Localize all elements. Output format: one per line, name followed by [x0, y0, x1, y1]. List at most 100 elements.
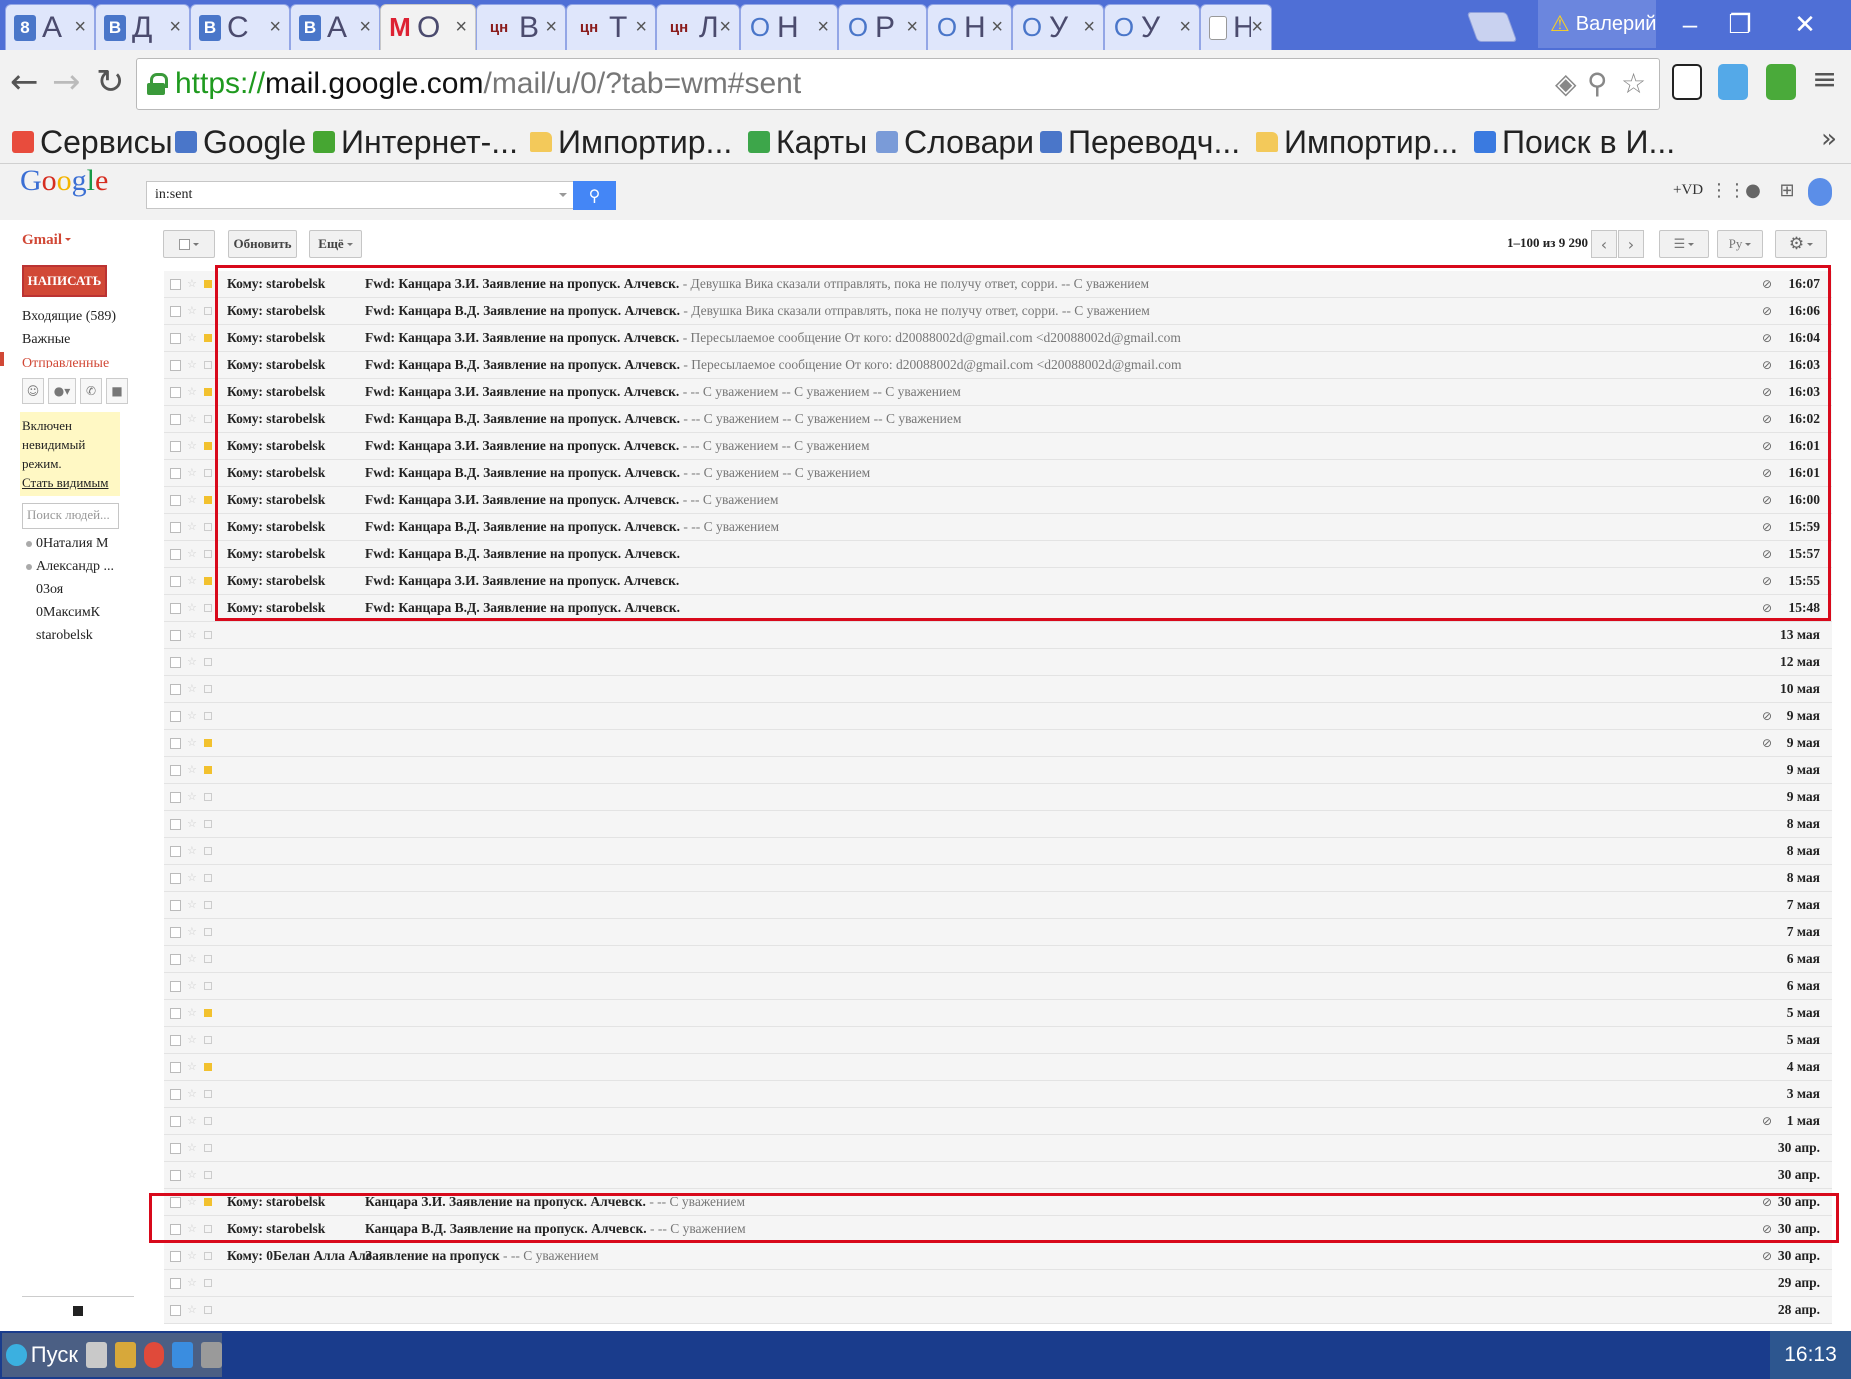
refresh-button[interactable]: Обновить	[228, 230, 297, 258]
bookmark-item[interactable]: Переводч...	[1040, 120, 1240, 164]
star-icon[interactable]: ☆	[187, 757, 197, 783]
table-row[interactable]: ☆ 13 мая	[164, 622, 1832, 649]
table-row[interactable]: ☆ 7 мая	[164, 892, 1832, 919]
star-icon[interactable]: ☆	[187, 487, 197, 513]
browser-tab[interactable]: O У ×	[1012, 4, 1104, 50]
bookmark-item[interactable]: Сервисы	[12, 120, 173, 164]
table-row[interactable]: ☆ 9 мая	[164, 784, 1832, 811]
chat-icon[interactable]	[73, 1306, 83, 1316]
row-checkbox[interactable]	[170, 306, 181, 317]
row-checkbox[interactable]	[170, 900, 181, 911]
tab-close-icon[interactable]: ×	[817, 16, 829, 39]
table-row[interactable]: ☆ 8 мая	[164, 865, 1832, 892]
row-checkbox[interactable]	[170, 414, 181, 425]
bookmark-star-icon[interactable]: ☆	[1621, 67, 1646, 100]
star-icon[interactable]: ☆	[187, 946, 197, 972]
bookmark-item[interactable]: Импортир...	[1256, 120, 1458, 164]
tab-close-icon[interactable]: ×	[1251, 16, 1263, 39]
table-row[interactable]: ☆ ⊘ 9 мая	[164, 703, 1832, 730]
forward-icon[interactable]: →	[52, 62, 81, 102]
back-icon[interactable]: ←	[10, 62, 39, 102]
profile-button[interactable]: ⚠ Валерий	[1538, 0, 1656, 48]
explorer-icon[interactable]	[86, 1342, 107, 1368]
avatar[interactable]	[1808, 178, 1832, 206]
importance-marker-icon[interactable]	[204, 469, 212, 477]
tab-close-icon[interactable]: ×	[269, 16, 281, 39]
star-icon[interactable]: ☆	[187, 271, 197, 297]
importance-marker-icon[interactable]	[204, 307, 212, 315]
nav-sent[interactable]: Отправленные	[22, 356, 109, 368]
importance-marker-icon[interactable]	[204, 1009, 212, 1017]
become-visible-link[interactable]: Стать видимым	[22, 475, 109, 490]
people-search-input[interactable]: Поиск людей...	[22, 503, 119, 529]
importance-marker-icon[interactable]	[204, 847, 212, 855]
browser-tab[interactable]: цн Т ×	[566, 4, 656, 50]
search-icon[interactable]: ⚲	[573, 181, 616, 210]
input-tools-button[interactable]: Ру	[1717, 230, 1763, 258]
settings-button[interactable]: ⚙	[1775, 230, 1827, 258]
importance-marker-icon[interactable]	[204, 712, 212, 720]
tab-close-icon[interactable]: ×	[1083, 16, 1095, 39]
start-button[interactable]: Пуск	[2, 1333, 222, 1377]
row-checkbox[interactable]	[170, 1251, 181, 1262]
row-checkbox[interactable]	[170, 819, 181, 830]
minimize-icon[interactable]: –	[1665, 0, 1715, 48]
address-bar[interactable]: https://mail.google.com/mail/u/0/?tab=wm…	[136, 58, 1660, 110]
row-checkbox[interactable]	[170, 711, 181, 722]
select-all-checkbox[interactable]	[163, 230, 215, 258]
table-row[interactable]: ☆ 29 апр.	[164, 1270, 1832, 1297]
importance-marker-icon[interactable]	[204, 604, 212, 612]
tab-close-icon[interactable]: ×	[455, 16, 467, 39]
user-link[interactable]: +VD	[1673, 182, 1703, 199]
star-icon[interactable]: ☆	[187, 622, 197, 648]
bookmark-item[interactable]: Интернет-...	[313, 120, 518, 164]
importance-marker-icon[interactable]	[204, 1036, 212, 1044]
row-checkbox[interactable]	[170, 1089, 181, 1100]
importance-marker-icon[interactable]	[204, 928, 212, 936]
importance-marker-icon[interactable]	[204, 442, 212, 450]
row-checkbox[interactable]	[170, 1116, 181, 1127]
star-icon[interactable]: ☆	[187, 649, 197, 675]
star-icon[interactable]: ☆	[187, 568, 197, 594]
table-row[interactable]: ☆ ⊘ 1 мая	[164, 1108, 1832, 1135]
star-icon[interactable]: ☆	[187, 460, 197, 486]
bookmark-item[interactable]: Импортир...	[530, 120, 732, 164]
importance-marker-icon[interactable]	[204, 901, 212, 909]
close-window-icon[interactable]: ✕	[1780, 0, 1830, 48]
table-row[interactable]: ☆ 28 апр.	[164, 1297, 1832, 1324]
browser-tab[interactable]: цн Л ×	[656, 4, 740, 50]
table-row[interactable]: ☆ 9 мая	[164, 757, 1832, 784]
gmail-menu[interactable]: Gmail	[22, 232, 71, 249]
star-icon[interactable]: ☆	[187, 784, 197, 810]
extension-bird-icon[interactable]	[1718, 64, 1748, 100]
more-button[interactable]: Ещё	[309, 230, 362, 258]
star-icon[interactable]: ☆	[187, 865, 197, 891]
row-checkbox[interactable]	[170, 333, 181, 344]
importance-marker-icon[interactable]	[204, 685, 212, 693]
nav-inbox[interactable]: Входящие (589)	[22, 309, 116, 325]
star-icon[interactable]: ☆	[187, 892, 197, 918]
bookmark-item[interactable]: Поиск в И...	[1474, 120, 1675, 164]
star-icon[interactable]: ☆	[187, 730, 197, 756]
row-checkbox[interactable]	[170, 1035, 181, 1046]
star-icon[interactable]: ☆	[187, 1297, 197, 1323]
browser-tab[interactable]: цн В ×	[476, 4, 566, 50]
row-checkbox[interactable]	[170, 1305, 181, 1316]
browser-tab[interactable]: B С ×	[190, 4, 290, 50]
star-icon[interactable]: ☆	[187, 352, 197, 378]
next-page-icon[interactable]: ›	[1618, 230, 1644, 258]
contact-item[interactable]: Александр ...	[26, 559, 114, 575]
extension-ec-icon[interactable]	[1672, 64, 1702, 100]
browser-tab[interactable]: O Р ×	[838, 4, 927, 50]
apps-grid-icon[interactable]: ⋮⋮	[1710, 180, 1746, 202]
table-row[interactable]: ☆ 8 мая	[164, 838, 1832, 865]
importance-marker-icon[interactable]	[204, 361, 212, 369]
row-checkbox[interactable]	[170, 1278, 181, 1289]
star-icon[interactable]: ☆	[187, 433, 197, 459]
star-icon[interactable]: ☆	[187, 298, 197, 324]
importance-marker-icon[interactable]	[204, 631, 212, 639]
row-checkbox[interactable]	[170, 792, 181, 803]
importance-marker-icon[interactable]	[204, 280, 212, 288]
importance-marker-icon[interactable]	[204, 1117, 212, 1125]
star-icon[interactable]: ☆	[187, 1054, 197, 1080]
